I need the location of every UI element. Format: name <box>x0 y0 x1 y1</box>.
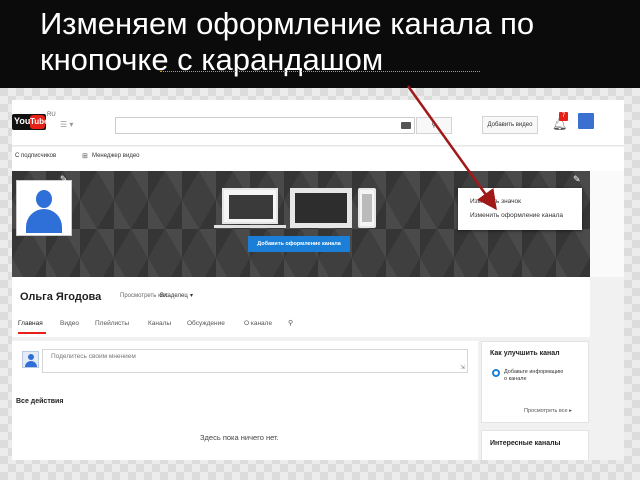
youtube-logo[interactable]: You Tube <box>12 114 49 130</box>
share-avatar-body <box>25 361 37 367</box>
browser-screenshot: You Tube RU ☰ ▾ ⚲ Добавить видео 🔔︎ 7 С … <box>12 100 624 460</box>
upload-video-button[interactable]: Добавить видео <box>482 116 538 134</box>
share-avatar-head <box>28 354 34 360</box>
menu-item-change-icon[interactable]: Изменить значок <box>470 198 521 205</box>
laptop-base <box>214 225 286 228</box>
avatar-body-shape <box>26 209 62 233</box>
resize-handle-icon[interactable]: ⇲ <box>460 364 465 371</box>
view-all-label: Просмотреть все <box>524 408 568 414</box>
logo-tube-text: Tube <box>30 115 49 129</box>
active-tab-indicator <box>18 332 46 334</box>
slide-title-line-2: кнопочке с карандашом <box>40 42 384 77</box>
chevron-down-icon[interactable]: ▾ <box>190 292 193 299</box>
laptop-illustration <box>222 188 278 224</box>
video-manager-icon: ⊞ <box>82 153 88 160</box>
view-as-select[interactable]: Владелец <box>160 293 188 299</box>
share-avatar <box>22 351 39 368</box>
view-all-link[interactable]: Просмотреть все ▸ <box>524 408 572 414</box>
avatar-pencil-icon[interactable]: ✎ <box>60 174 68 185</box>
tv-screen <box>295 193 347 223</box>
laptop-screen <box>229 195 273 219</box>
tab-about[interactable]: О канале <box>244 320 272 327</box>
interesting-channels-title: Интересные каналы <box>490 440 561 447</box>
video-manager-link[interactable]: Менеджер видео <box>92 153 140 159</box>
tab-channels[interactable]: Каналы <box>148 320 171 327</box>
share-placeholder: Поделитесь своим мнением <box>51 353 136 360</box>
interesting-channels-panel: Интересные каналы <box>481 430 589 460</box>
empty-feed-message: Здесь пока ничего нет. <box>200 433 279 442</box>
search-input[interactable] <box>115 117 415 134</box>
tab-home[interactable]: Главная <box>18 320 43 327</box>
share-opinion-input[interactable]: Поделитесь своим мнением ⇲ <box>42 349 468 373</box>
slide-title-line-1: Изменяем оформление канала по <box>40 6 535 41</box>
banner-side-strip <box>590 171 624 277</box>
tab-playlists[interactable]: Плейлисты <box>95 320 129 327</box>
channel-info-row: Ольга Ягодова Просмотреть как: Владелец … <box>12 277 590 337</box>
channel-search-icon[interactable]: ⚲ <box>288 319 293 327</box>
tab-video[interactable]: Видео <box>60 320 79 327</box>
masthead: You Tube RU ☰ ▾ ⚲ Добавить видео 🔔︎ 7 <box>12 100 624 146</box>
all-activity-heading: Все действия <box>16 398 64 405</box>
edit-dropdown-menu: Изменить значок Изменить оформление кана… <box>458 188 582 230</box>
logo-you-text: You <box>14 116 31 126</box>
phone-illustration <box>358 188 376 228</box>
improve-channel-title: Как улучшить канал <box>490 350 560 357</box>
guide-menu-icon[interactable]: ☰ ▾ <box>60 120 73 129</box>
phone-screen <box>362 194 372 222</box>
search-icon: ⚲ <box>431 122 437 129</box>
subscriptions-link[interactable]: С подписчиков <box>15 153 56 159</box>
subnav-bar: С подписчиков ⊞ Менеджер видео <box>12 147 624 171</box>
tv-illustration <box>290 188 352 228</box>
search-button[interactable]: ⚲ <box>416 117 452 134</box>
notification-count-badge: 7 <box>559 112 568 121</box>
channel-name[interactable]: Ольга Ягодова <box>20 291 101 303</box>
slide-title-band: Изменяем оформление канала по кнопочке с… <box>0 0 640 88</box>
tab-discussion[interactable]: Обсуждение <box>187 320 225 327</box>
improve-item-add-info[interactable]: Добавьте информацию о канале <box>504 369 564 383</box>
add-channel-art-button[interactable]: Добавить оформление канала <box>248 236 350 252</box>
avatar-head-shape <box>36 190 52 208</box>
progress-ring-icon <box>492 369 500 377</box>
account-avatar[interactable] <box>578 113 594 129</box>
channel-avatar[interactable] <box>16 180 72 236</box>
keyboard-icon[interactable] <box>401 122 411 129</box>
improve-channel-panel: Как улучшить канал Добавьте информацию о… <box>481 341 589 423</box>
main-feed: Поделитесь своим мнением ⇲ Все действия … <box>12 341 478 460</box>
logo-region-label: RU <box>47 112 56 118</box>
title-underline-dots <box>160 68 480 72</box>
menu-item-change-channel-art[interactable]: Изменить оформление канала <box>470 212 563 219</box>
banner-pencil-icon[interactable]: ✎ <box>573 174 581 185</box>
